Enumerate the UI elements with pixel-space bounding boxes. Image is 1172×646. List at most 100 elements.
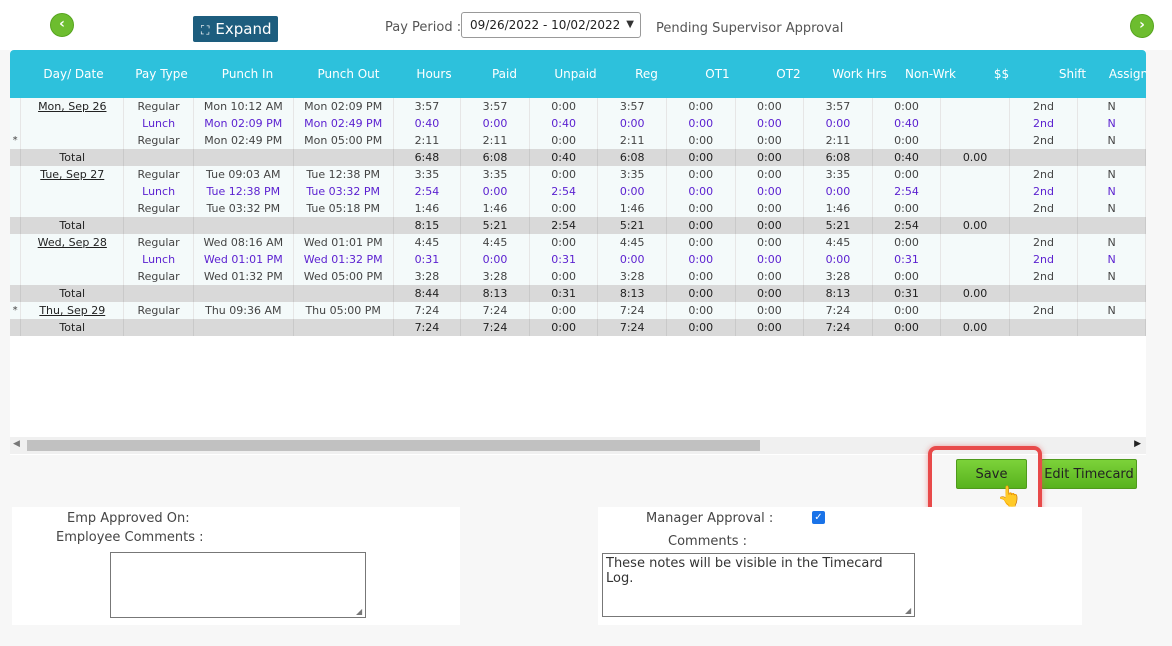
- table-cell: 0:00: [666, 234, 736, 251]
- day-link[interactable]: Thu, Sep 29: [20, 302, 125, 319]
- table-cell: 2nd: [1009, 268, 1079, 285]
- column-header[interactable]: Reg: [611, 50, 682, 98]
- table-cell: [193, 319, 294, 336]
- day-date-link[interactable]: Mon, Sep 26: [38, 100, 106, 113]
- emp-approved-on-label: Emp Approved On:: [67, 511, 190, 526]
- table-cell: 0:00: [666, 132, 736, 149]
- row-marker: [10, 183, 22, 200]
- timecard-grid: Day/ Date Pay Type Punch In Punch Out Hours P…: [10, 50, 1146, 455]
- previous-period-button[interactable]: ‹: [50, 13, 74, 37]
- edit-timecard-button[interactable]: Edit Timecard: [1041, 459, 1137, 489]
- day-link[interactable]: Tue, Sep 27: [20, 166, 125, 183]
- table-cell: 1:46: [803, 200, 873, 217]
- table-cell: Tue 03:32 PM: [293, 183, 394, 200]
- table-cell: Wed 01:01 PM: [293, 234, 394, 251]
- next-period-button[interactable]: ›: [1130, 14, 1154, 38]
- table-row: Tue, Sep 27 Regular Tue 09:03 AM Tue 12:38 …: [10, 166, 1146, 183]
- column-header[interactable]: Punch Out: [298, 50, 399, 98]
- table-cell: [940, 166, 1010, 183]
- column-header[interactable]: Paid: [469, 50, 540, 98]
- table-cell: [1077, 285, 1146, 302]
- table-cell: [1077, 149, 1146, 166]
- column-header[interactable]: Work Hrs: [824, 50, 895, 98]
- employee-comments-input[interactable]: [110, 552, 366, 618]
- table-cell: 2:54: [393, 183, 462, 200]
- table-cell: [293, 149, 394, 166]
- table-cell: 2:54: [529, 183, 599, 200]
- day-date-link[interactable]: Wed, Sep 28: [38, 236, 107, 249]
- day-date-link[interactable]: Thu, Sep 29: [39, 304, 105, 317]
- table-cell: N: [1077, 234, 1146, 251]
- table-cell: N: [1077, 302, 1146, 319]
- day-cell: [20, 268, 125, 285]
- column-header[interactable]: OT2: [753, 50, 824, 98]
- table-cell: [123, 217, 194, 234]
- table-cell: [1077, 319, 1146, 336]
- scroll-right-arrow-icon[interactable]: ▶: [1134, 439, 1141, 449]
- column-header[interactable]: $$: [966, 50, 1037, 98]
- table-cell: 2nd: [1009, 115, 1079, 132]
- table-cell: 0:00: [735, 217, 805, 234]
- manager-comments-label: Comments :: [668, 534, 747, 549]
- pay-period-select[interactable]: 09/26/2022 - 10/02/2022 ▼: [461, 12, 641, 38]
- day-cell: [20, 200, 125, 217]
- table-cell: [940, 183, 1010, 200]
- table-cell: 0:00: [666, 302, 736, 319]
- table-cell: N: [1077, 268, 1146, 285]
- column-header[interactable]: Unpaid: [540, 50, 611, 98]
- table-cell: 4:45: [393, 234, 462, 251]
- table-cell: [940, 251, 1010, 268]
- column-header[interactable]: Day/ Date: [21, 50, 126, 98]
- day-link[interactable]: Mon, Sep 26: [20, 98, 125, 115]
- table-cell: 8:13: [460, 285, 530, 302]
- table-cell: 1:46: [460, 200, 530, 217]
- day-date-link[interactable]: Tue, Sep 27: [40, 168, 104, 181]
- table-cell: 2:11: [393, 132, 462, 149]
- resize-grip-icon[interactable]: ◢: [356, 607, 362, 616]
- column-header[interactable]: Pay Type: [126, 50, 197, 98]
- table-cell: 0.00: [940, 319, 1010, 336]
- table-cell: 3:28: [460, 268, 530, 285]
- table-cell: 7:24: [393, 319, 462, 336]
- table-cell: 0:00: [666, 115, 736, 132]
- table-cell: 0:00: [803, 183, 873, 200]
- column-header[interactable]: Shift: [1037, 50, 1108, 98]
- scroll-left-arrow-icon[interactable]: ◀: [13, 439, 20, 449]
- employee-comments-label: Employee Comments :: [56, 530, 204, 545]
- table-row: Regular Wed 01:32 PM Wed 05:00 PM 3:28 3:28 0…: [10, 268, 1146, 285]
- column-header[interactable]: Non-Wrk: [895, 50, 966, 98]
- table-cell: Tue 09:03 AM: [193, 166, 294, 183]
- day-cell: [20, 183, 125, 200]
- table-cell: 0:00: [735, 115, 805, 132]
- table-cell: Mon 02:09 PM: [293, 98, 394, 115]
- scrollbar-thumb[interactable]: [27, 440, 760, 451]
- row-marker: [10, 166, 22, 183]
- table-cell: 0:00: [735, 302, 805, 319]
- day-link[interactable]: Wed, Sep 28: [20, 234, 125, 251]
- resize-grip-icon[interactable]: ◢: [905, 606, 911, 615]
- table-cell: Lunch: [123, 115, 194, 132]
- table-cell: Wed 01:32 PM: [193, 268, 294, 285]
- table-cell: 0:00: [735, 183, 805, 200]
- table-cell: [193, 285, 294, 302]
- table-cell: 0:00: [597, 115, 667, 132]
- column-header[interactable]: Punch In: [197, 50, 298, 98]
- column-header[interactable]: Hours: [399, 50, 469, 98]
- manager-approval-checkbox[interactable]: ✓: [812, 511, 825, 524]
- table-cell: Tue 12:38 PM: [193, 183, 294, 200]
- table-cell: 0:00: [666, 183, 736, 200]
- table-cell: 0:00: [666, 98, 736, 115]
- table-cell: 2nd: [1009, 166, 1079, 183]
- manager-comments-input[interactable]: These notes will be visible in the Timec…: [602, 553, 915, 617]
- row-marker: [10, 268, 22, 285]
- column-header[interactable]: OT1: [682, 50, 753, 98]
- expand-button[interactable]: ⛶ Expand: [193, 16, 278, 42]
- column-header[interactable]: Assignme: [1108, 50, 1146, 98]
- table-cell: 7:24: [803, 319, 873, 336]
- total-label: Total: [20, 319, 125, 336]
- table-cell: N: [1077, 251, 1146, 268]
- table-cell: 3:28: [803, 268, 873, 285]
- table-cell: [123, 319, 194, 336]
- table-cell: Mon 02:49 PM: [193, 132, 294, 149]
- table-cell: [940, 234, 1010, 251]
